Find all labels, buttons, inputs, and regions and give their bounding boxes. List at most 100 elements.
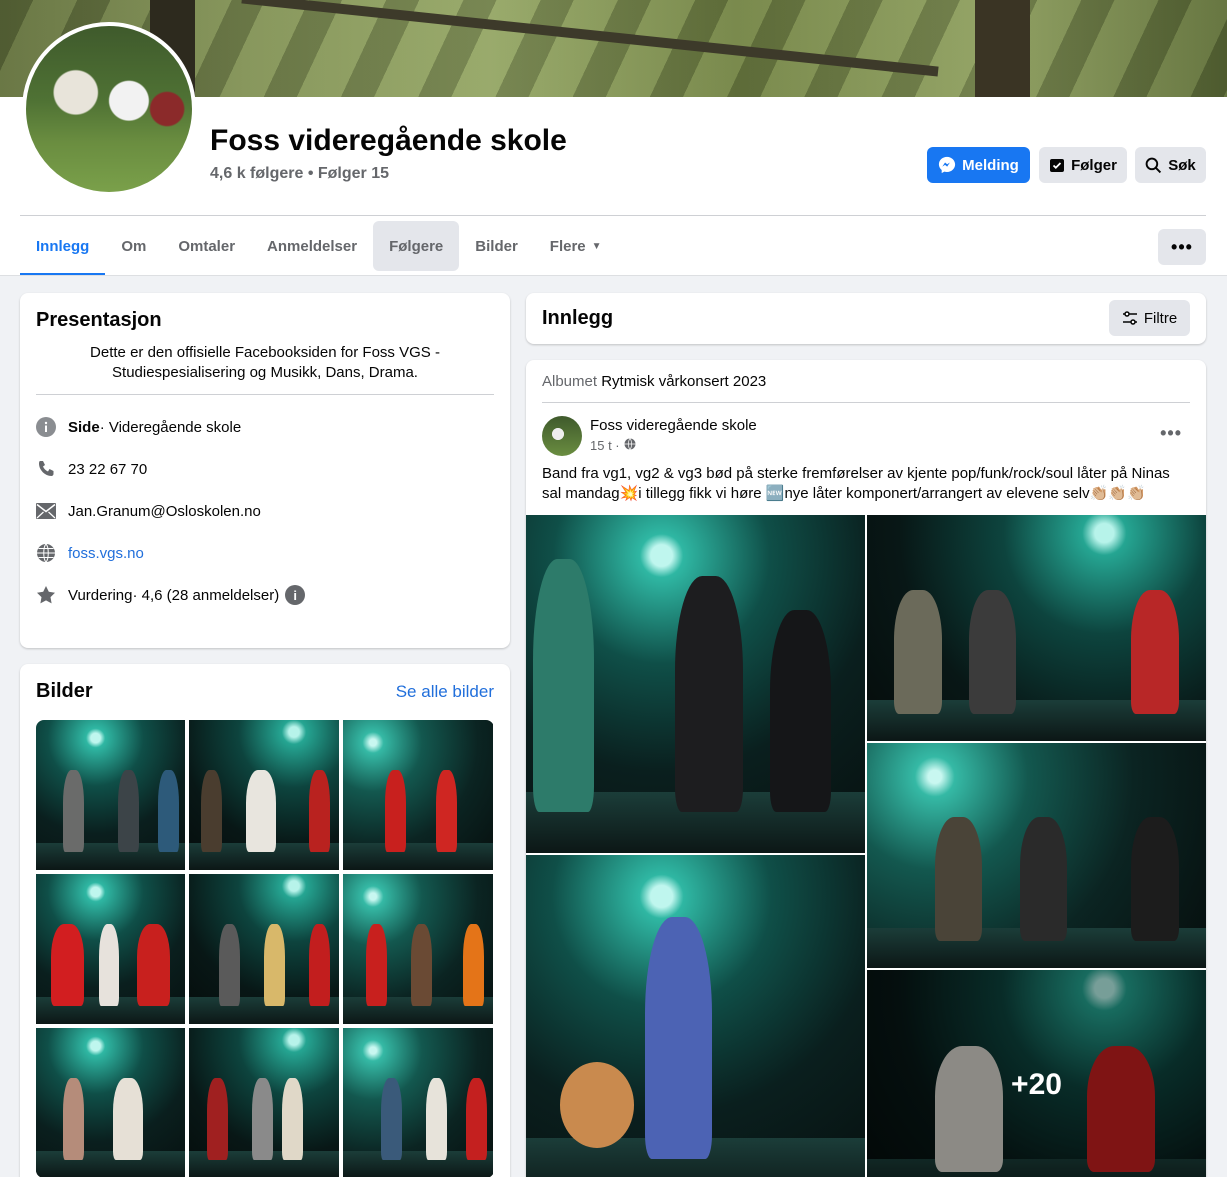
more-options-label: •••: [1171, 236, 1193, 257]
post-photo-grid: +20: [526, 515, 1206, 1177]
tab-label: Anmeldelser: [267, 237, 358, 255]
phone-number: 23 22 67 70: [68, 460, 148, 478]
filter-icon: [1122, 311, 1138, 325]
photo-figure: [309, 769, 330, 852]
photos-title: Bilder: [36, 680, 93, 702]
tab-bilder[interactable]: Bilder: [459, 219, 534, 273]
post-author-name[interactable]: Foss videregående skole: [590, 417, 757, 434]
photo-thumbnail[interactable]: [189, 874, 339, 1024]
photo-figure: [675, 575, 743, 813]
photo-thumbnail[interactable]: [343, 1028, 493, 1177]
photo-figure: [309, 923, 330, 1006]
message-button[interactable]: Melding: [927, 147, 1030, 183]
photo-figure: [282, 1077, 303, 1160]
post-photo[interactable]: [526, 855, 865, 1177]
photo-figure: [365, 923, 387, 1006]
search-button[interactable]: Søk: [1135, 147, 1206, 183]
photo-thumbnail[interactable]: [343, 720, 493, 870]
mail-icon: [36, 501, 56, 521]
tab-label: Om: [121, 237, 147, 255]
photo-figure: [158, 769, 180, 852]
posts-title: Innlegg: [542, 307, 614, 329]
category-label: Side: [68, 418, 100, 436]
album-prefix: Albumet: [542, 373, 602, 390]
email-row: Jan.Granum@Osloskolen.no: [36, 499, 261, 523]
intro-divider: [36, 394, 494, 395]
caret-down-icon: ▼: [591, 240, 602, 252]
rating-text: Vurdering· 4,6 (28 anmeldelser): [68, 586, 280, 604]
search-button-label: Søk: [1168, 156, 1196, 174]
photo-thumbnail[interactable]: [343, 874, 493, 1024]
more-photos-overlay[interactable]: +20: [867, 970, 1206, 1177]
photo-figure: [425, 1077, 447, 1160]
photo-thumbnail[interactable]: [189, 1028, 339, 1177]
photo-figure: [644, 917, 713, 1159]
website-row: foss.vgs.no: [36, 541, 144, 565]
post-text: Band fra vg1, vg2 & vg3 bød på sterke fr…: [542, 465, 1170, 502]
rating-info-icon[interactable]: i: [285, 585, 306, 605]
post-menu-button[interactable]: •••: [1160, 423, 1182, 444]
intro-title: Presentasjon: [36, 309, 162, 331]
photo-thumbnail[interactable]: [36, 874, 185, 1024]
photo-figure: [968, 589, 1017, 714]
tab-label: Innlegg: [36, 237, 90, 255]
post-photo[interactable]: +20: [867, 970, 1206, 1177]
photo-figure: [201, 769, 222, 852]
tab-omtaler[interactable]: Omtaler: [162, 219, 251, 273]
photo-figure: [50, 923, 84, 1006]
page-title: Foss videregående skole: [210, 124, 567, 157]
photo-figure: [894, 589, 942, 714]
follower-count[interactable]: 4,6 k følgere • Følger 15: [210, 165, 389, 183]
post-photo[interactable]: [867, 515, 1206, 741]
star-icon: [36, 585, 56, 605]
message-button-label: Melding: [962, 156, 1019, 174]
more-options-button[interactable]: •••: [1158, 229, 1206, 265]
photo-thumbnail[interactable]: [36, 1028, 185, 1177]
photo-thumbnail[interactable]: [189, 720, 339, 870]
photo-figure: [532, 558, 594, 813]
photo-grid: [36, 720, 494, 1177]
category-value: · Videregående skole: [99, 418, 242, 436]
tab-om[interactable]: Om: [105, 219, 162, 273]
photo-figure: [770, 609, 832, 813]
photo-figure: [1131, 817, 1179, 941]
photo-figure: [219, 923, 240, 1006]
cover-tree: [975, 0, 1030, 97]
photo-figure: [436, 769, 457, 852]
post-time[interactable]: 15 t ·: [590, 438, 620, 453]
filter-button[interactable]: Filtre: [1109, 300, 1190, 336]
tab-folgere[interactable]: Følgere: [373, 221, 460, 271]
album-name-link[interactable]: Rytmisk vårkonsert 2023: [601, 373, 766, 390]
photo-figure: [62, 1077, 84, 1160]
website-link[interactable]: foss.vgs.no: [68, 545, 144, 562]
email-address[interactable]: Jan.Granum@Osloskolen.no: [68, 503, 261, 520]
profile-picture[interactable]: [22, 22, 196, 196]
post-photo[interactable]: [526, 515, 865, 853]
photo-thumbnail[interactable]: [36, 720, 185, 870]
intro-description: Dette er den offisielle Facebooksiden fo…: [90, 344, 440, 381]
header-divider: [20, 215, 1206, 216]
rating-row: Vurdering· 4,6 (28 anmeldelser) i: [36, 583, 306, 607]
see-all-photos-link[interactable]: Se alle bilder: [396, 682, 494, 702]
follow-button[interactable]: Følger: [1039, 147, 1127, 183]
tab-flere[interactable]: Flere ▼: [534, 219, 618, 273]
post-divider: [542, 402, 1190, 403]
photo-figure: [264, 923, 285, 1006]
photo-figure: [934, 817, 983, 941]
post-photo[interactable]: [867, 743, 1206, 968]
post-author-avatar[interactable]: [542, 416, 582, 456]
photo-figure: [380, 1077, 402, 1160]
album-line: Albumet Rytmisk vårkonsert 2023: [542, 373, 766, 390]
photo-floor: [343, 843, 493, 870]
photo-figure: [410, 923, 432, 1006]
photo-figure: [207, 1077, 228, 1160]
page-tabs: Innlegg Om Omtaler Anmeldelser Følgere B…: [20, 219, 618, 276]
photo-figure: [62, 769, 84, 852]
messenger-icon: [938, 156, 956, 174]
tab-label: Bilder: [475, 237, 518, 255]
photos-card: Bilder Se alle bilder: [20, 664, 510, 1177]
tab-anmeldelser[interactable]: Anmeldelser: [251, 219, 373, 273]
tab-label: Flere: [549, 237, 586, 255]
photo-figure: [98, 923, 120, 1006]
tab-innlegg[interactable]: Innlegg: [20, 219, 106, 276]
